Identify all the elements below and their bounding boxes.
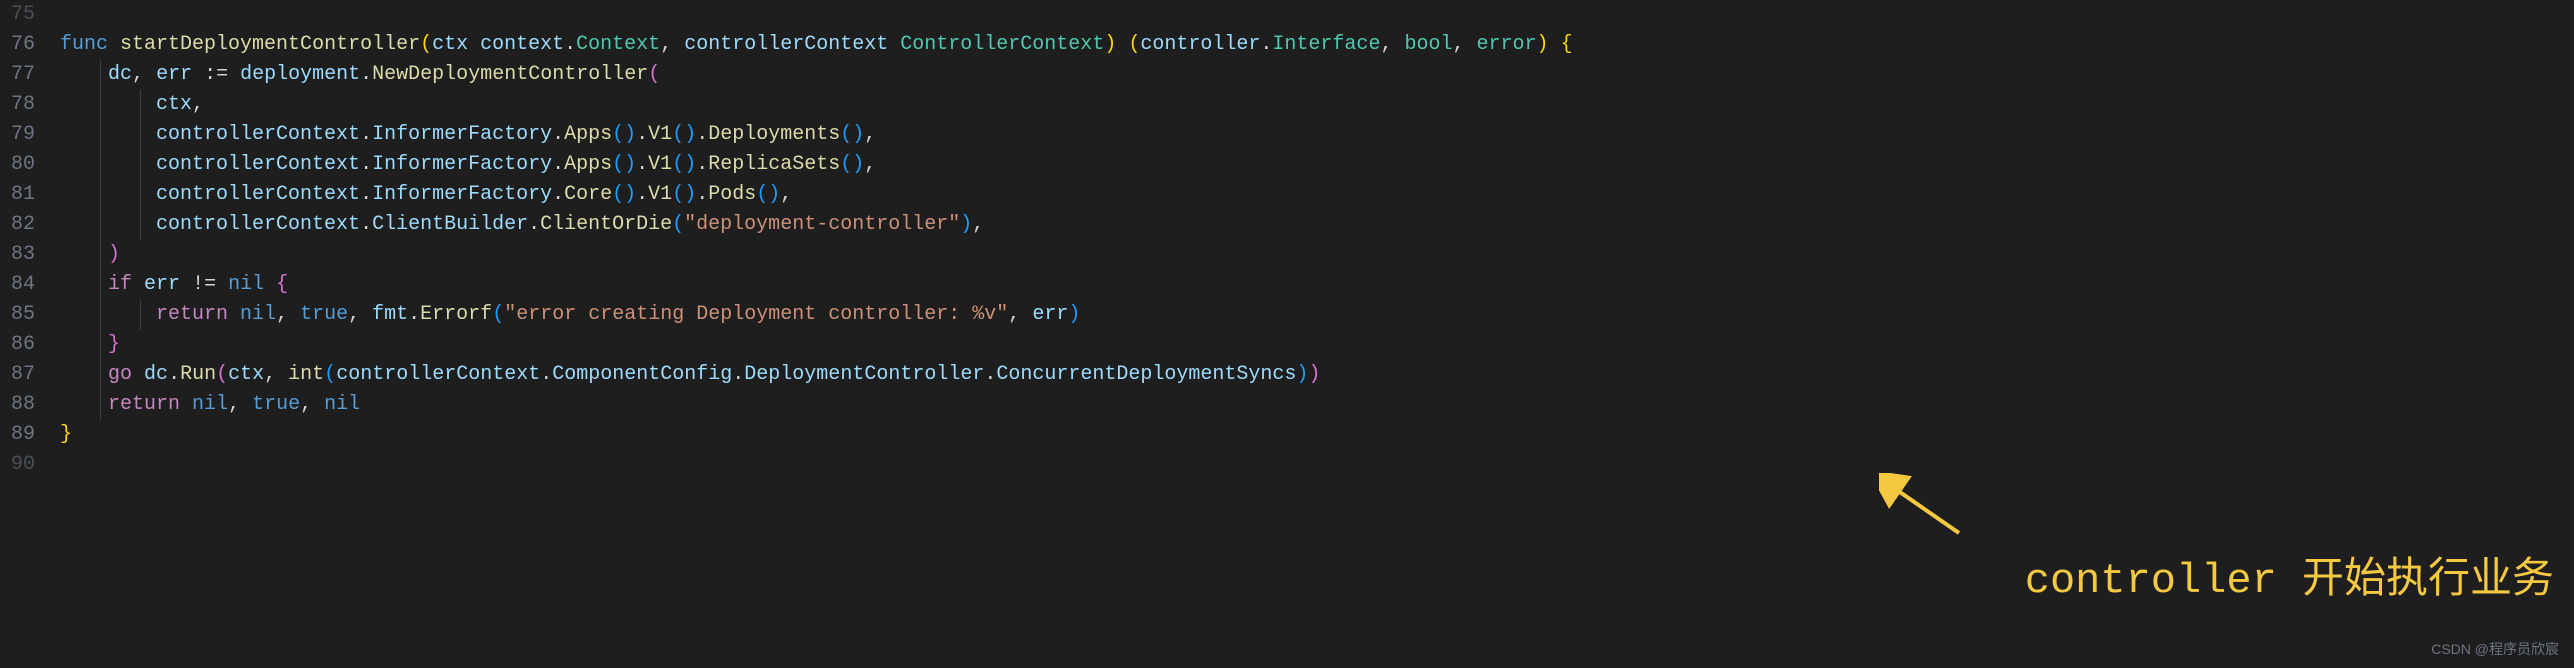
code-line-90[interactable] xyxy=(60,450,2574,480)
line-number: 87 xyxy=(10,360,35,390)
code-line-78[interactable]: ctx, xyxy=(60,90,2574,120)
line-number: 75 xyxy=(10,0,35,30)
code-line-89[interactable]: } xyxy=(60,420,2574,450)
line-number: 84 xyxy=(10,270,35,300)
line-number: 80 xyxy=(10,150,35,180)
watermark-text: CSDN @程序员欣宸 xyxy=(2431,639,2559,660)
code-content[interactable]: func startDeploymentController(ctx conte… xyxy=(60,0,2574,480)
line-number: 82 xyxy=(10,210,35,240)
line-number: 88 xyxy=(10,390,35,420)
line-number-gutter: 75 76 77 78 79 80 81 82 83 84 85 86 87 8… xyxy=(10,0,60,480)
code-line-83[interactable]: ) xyxy=(60,240,2574,270)
code-line-84[interactable]: if err != nil { xyxy=(60,270,2574,300)
line-number: 81 xyxy=(10,180,35,210)
code-line-79[interactable]: controllerContext.InformerFactory.Apps()… xyxy=(60,120,2574,150)
line-number: 90 xyxy=(10,450,35,480)
code-line-87[interactable]: go dc.Run(ctx, int(controllerContext.Com… xyxy=(60,360,2574,390)
code-editor[interactable]: 75 76 77 78 79 80 81 82 83 84 85 86 87 8… xyxy=(0,0,2574,480)
line-number: 78 xyxy=(10,90,35,120)
line-number: 76 xyxy=(10,30,35,60)
line-number: 83 xyxy=(10,240,35,270)
code-line-75[interactable] xyxy=(60,0,2574,30)
line-number: 77 xyxy=(10,60,35,90)
code-line-85[interactable]: return nil, true, fmt.Errorf("error crea… xyxy=(60,300,2574,330)
code-line-77[interactable]: dc, err := deployment.NewDeploymentContr… xyxy=(60,60,2574,90)
line-number: 86 xyxy=(10,330,35,360)
line-number: 85 xyxy=(10,300,35,330)
code-line-86[interactable]: } xyxy=(60,330,2574,360)
code-line-80[interactable]: controllerContext.InformerFactory.Apps()… xyxy=(60,150,2574,180)
code-line-88[interactable]: return nil, true, nil xyxy=(60,390,2574,420)
code-line-76[interactable]: func startDeploymentController(ctx conte… xyxy=(60,30,2574,60)
line-number: 89 xyxy=(10,420,35,450)
line-number: 79 xyxy=(10,120,35,150)
code-line-82[interactable]: controllerContext.ClientBuilder.ClientOr… xyxy=(60,210,2574,240)
annotation-text: controller 开始执行业务 xyxy=(2025,550,2554,613)
code-line-81[interactable]: controllerContext.InformerFactory.Core()… xyxy=(60,180,2574,210)
annotation-arrow-icon xyxy=(1879,473,1969,543)
